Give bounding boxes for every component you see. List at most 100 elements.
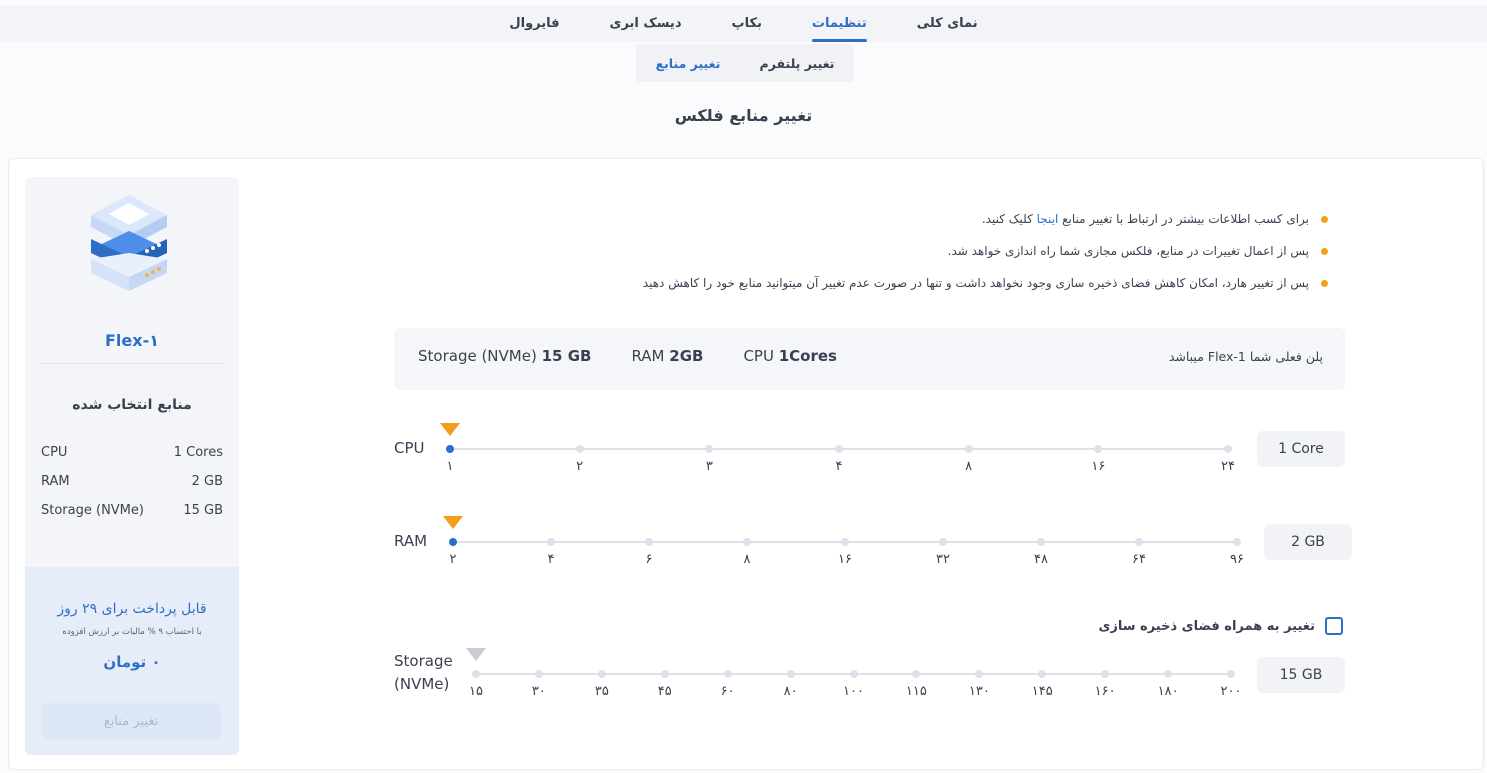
slider-tick-label: ۸۰ bbox=[783, 684, 798, 699]
subtab-change-resources[interactable]: تغییر منابع bbox=[656, 56, 721, 71]
current-plan-note: پلن فعلی شما Flex-1 میباشد bbox=[1168, 349, 1323, 364]
slider-tick-label: ۱۴۵ bbox=[1031, 684, 1053, 699]
storage-label-line: (NVMe) bbox=[394, 675, 450, 693]
storage-label-line: Storage bbox=[394, 652, 453, 670]
selected-resources-title: منابع انتخاب شده bbox=[72, 397, 192, 413]
slider-step[interactable] bbox=[705, 445, 714, 453]
cpu-value-box: 1 Core bbox=[1257, 431, 1345, 467]
slider-step[interactable] bbox=[975, 670, 984, 678]
slider-step[interactable] bbox=[1101, 670, 1110, 678]
current-ram: RAM 2GB bbox=[631, 347, 703, 365]
slider-step[interactable] bbox=[1233, 538, 1241, 546]
slider-step[interactable] bbox=[939, 538, 947, 546]
slider-step[interactable] bbox=[472, 670, 480, 678]
spec-value: 1Cores bbox=[778, 347, 837, 365]
slider-tick-label: ۱۰۰ bbox=[843, 684, 864, 699]
resource-card: Flex-۱ منابع انتخاب شده CPU 1 Cores RAM … bbox=[8, 158, 1484, 770]
spec-row-storage: Storage (NVMe) 15 GB bbox=[41, 503, 223, 523]
slider-step[interactable] bbox=[1164, 670, 1173, 678]
spec-label: RAM bbox=[631, 347, 665, 365]
slider-tick-label: ۳۰ bbox=[531, 684, 546, 699]
slider-step[interactable] bbox=[912, 670, 921, 678]
slider-step[interactable] bbox=[849, 670, 858, 678]
info-item: پس از تغییر هارد، امکان کاهش فضای ذخیره … bbox=[643, 267, 1333, 299]
info-text-part: کلیک کنید. bbox=[981, 212, 1037, 226]
spec-name: RAM bbox=[41, 474, 70, 489]
slider-step[interactable] bbox=[841, 538, 849, 546]
slider-tick-label: ۱۳۰ bbox=[968, 684, 990, 699]
slider-step[interactable] bbox=[786, 670, 795, 678]
slider-tick-label: ۱۵ bbox=[469, 684, 483, 699]
slider-step[interactable] bbox=[534, 670, 543, 678]
info-text: پس از تغییر هارد، امکان کاهش فضای ذخیره … bbox=[642, 276, 1309, 290]
slider-tick-label: ۸ bbox=[743, 552, 751, 567]
change-resources-button[interactable]: تغییر منابع bbox=[41, 703, 221, 739]
tab-cloud-disk[interactable]: دیسک ابری bbox=[585, 5, 707, 42]
spec-row-cpu: CPU 1 Cores bbox=[41, 445, 223, 465]
slider-step[interactable] bbox=[1038, 670, 1047, 678]
spec-row-ram: RAM 2 GB bbox=[41, 474, 223, 494]
tab-firewall[interactable]: فایروال bbox=[484, 5, 584, 42]
slider-tick-label: ۸ bbox=[965, 459, 973, 474]
bullet-icon bbox=[1321, 247, 1328, 255]
slider-tick-label: ۴۸ bbox=[1034, 552, 1048, 567]
payment-box: قابل پرداخت برای ۲۹ روز با احتساب ۹ % ما… bbox=[25, 567, 239, 755]
slider-step[interactable] bbox=[743, 538, 751, 546]
slider-tick-label: ۲۴ bbox=[1221, 459, 1235, 474]
current-cpu: CPU 1Cores bbox=[743, 347, 837, 365]
slider-step[interactable] bbox=[597, 670, 606, 678]
info-text: پس از اعمال تغییرات در منابع، فلکس مجازی… bbox=[947, 244, 1309, 258]
slider-tick-label: ۱۱۵ bbox=[905, 684, 927, 699]
slider-tick-label: ۱۶ bbox=[1091, 459, 1106, 474]
slider-step[interactable] bbox=[723, 670, 732, 678]
current-storage: Storage (NVMe) 15 GB bbox=[418, 347, 591, 365]
slider-step[interactable] bbox=[1094, 445, 1103, 453]
slider-handle-icon[interactable] bbox=[466, 648, 486, 661]
slider-step[interactable] bbox=[835, 445, 843, 453]
info-link-here[interactable]: اینجا bbox=[1037, 212, 1059, 226]
slider-tick-label: ۲ bbox=[449, 552, 457, 567]
slider-step[interactable] bbox=[547, 538, 555, 546]
cpu-slider-label: CPU bbox=[394, 439, 425, 457]
slider-step[interactable] bbox=[645, 538, 653, 546]
info-item: پس از اعمال تغییرات در منابع، فلکس مجازی… bbox=[643, 235, 1333, 267]
tab-backup[interactable]: بکاپ bbox=[707, 5, 787, 42]
spec-value: 2GB bbox=[669, 347, 704, 365]
slider-step[interactable] bbox=[964, 445, 973, 453]
slider-tick-label: ۳۲ bbox=[936, 552, 950, 567]
slider-step[interactable] bbox=[575, 445, 584, 453]
bullet-icon bbox=[1321, 215, 1328, 223]
spec-value: 15 GB bbox=[541, 347, 592, 365]
subtab-change-platform[interactable]: تغییر پلتفرم bbox=[760, 56, 835, 71]
ram-slider-label: RAM bbox=[394, 532, 428, 550]
current-plan-bar: پلن فعلی شما Flex-1 میباشد Storage (NVMe… bbox=[394, 328, 1345, 390]
bullet-icon bbox=[1321, 279, 1328, 287]
slider-tick-label: ۲۰۰ bbox=[1220, 684, 1242, 699]
slider-step[interactable] bbox=[446, 445, 454, 453]
slider-handle-icon[interactable] bbox=[443, 516, 463, 529]
ram-value-box: 2 GB bbox=[1264, 524, 1352, 560]
storage-change-checkbox-row[interactable]: تغییر به همراه فضای ذخیره سازی bbox=[1098, 617, 1343, 635]
slider-step[interactable] bbox=[1037, 538, 1045, 546]
info-list: برای کسب اطلاعات بیشتر در ارتباط با تغیی… bbox=[643, 203, 1333, 299]
slider-tick-label: ۴۵ bbox=[657, 684, 672, 699]
storage-change-checkbox[interactable] bbox=[1325, 617, 1343, 635]
spec-value: 1 Cores bbox=[173, 445, 223, 460]
slider-step[interactable] bbox=[660, 670, 669, 678]
divider bbox=[41, 363, 223, 364]
plan-name: Flex-۱ bbox=[105, 331, 159, 350]
slider-step[interactable] bbox=[1227, 670, 1235, 678]
tab-overview[interactable]: نمای کلی bbox=[892, 5, 1003, 42]
info-text-part: برای کسب اطلاعات بیشتر در ارتباط با تغیی… bbox=[1058, 212, 1309, 226]
storage-value-box: 15 GB bbox=[1257, 657, 1345, 693]
slider-tick-label: ۶۴ bbox=[1132, 552, 1146, 567]
slider-step[interactable] bbox=[1224, 445, 1232, 453]
sub-tabs: تغییر پلتفرم تغییر منابع bbox=[636, 44, 854, 82]
slider-step[interactable] bbox=[1135, 538, 1143, 546]
slider-handle-icon[interactable] bbox=[440, 423, 460, 436]
spec-label: Storage (NVMe) bbox=[418, 347, 537, 365]
spec-name: CPU bbox=[41, 445, 68, 460]
slider-step[interactable] bbox=[449, 538, 457, 546]
spec-value: 2 GB bbox=[191, 474, 223, 489]
tab-settings[interactable]: تنظیمات bbox=[787, 5, 892, 42]
